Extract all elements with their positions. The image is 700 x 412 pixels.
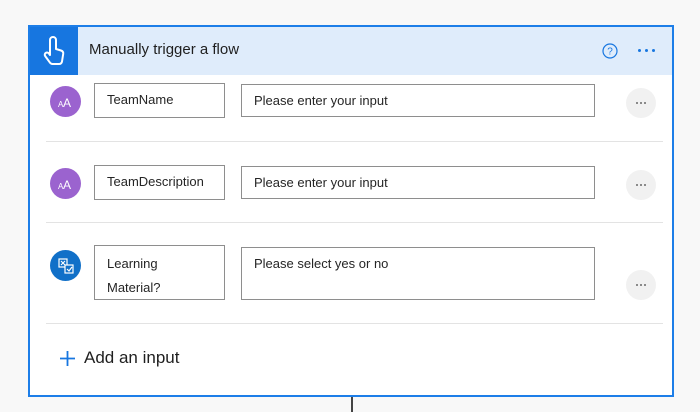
row-more-button[interactable] <box>626 88 656 118</box>
row-more-button[interactable] <box>626 170 656 200</box>
input-value-field[interactable]: Please enter your input <box>241 166 595 199</box>
input-name-field[interactable]: TeamName <box>94 83 225 118</box>
add-input-button[interactable]: Add an input <box>60 348 179 368</box>
input-placeholder-text: Please enter your input <box>254 93 388 108</box>
add-input-label: Add an input <box>84 348 180 367</box>
input-placeholder-text: Please select yes or no <box>254 256 389 271</box>
flow-connector-line <box>351 397 353 412</box>
input-name-text: TeamDescription <box>107 174 204 189</box>
yes-no-type-icon <box>50 250 81 281</box>
input-value-field[interactable]: Please select yes or no <box>241 247 595 300</box>
hand-touch-icon <box>30 27 78 75</box>
row-divider <box>46 141 663 142</box>
input-name-text: TeamName <box>107 92 174 107</box>
svg-text:A: A <box>63 178 71 190</box>
input-name-field[interactable]: Learning Material? <box>94 245 225 300</box>
row-more-button[interactable] <box>626 270 656 300</box>
input-value-field[interactable]: Please enter your input <box>241 84 595 117</box>
svg-text:A: A <box>63 96 71 108</box>
trigger-title: Manually trigger a flow <box>89 41 240 58</box>
input-name-text-line1: Learning <box>107 256 158 271</box>
text-type-icon: A A <box>50 86 81 117</box>
svg-text:?: ? <box>607 47 613 58</box>
input-name-text-line2: Material? <box>107 280 161 295</box>
plus-icon <box>60 350 75 366</box>
help-circle-icon[interactable]: ? <box>602 43 618 59</box>
trigger-header[interactable]: Manually trigger a flow ? <box>30 27 672 75</box>
more-options-icon[interactable] <box>638 49 655 52</box>
text-type-icon: A A <box>50 168 81 199</box>
input-placeholder-text: Please enter your input <box>254 175 388 190</box>
input-name-field[interactable]: TeamDescription <box>94 165 225 200</box>
row-divider <box>46 323 663 324</box>
row-divider <box>46 222 663 223</box>
trigger-card: Manually trigger a flow ? A A TeamName P… <box>28 25 674 397</box>
